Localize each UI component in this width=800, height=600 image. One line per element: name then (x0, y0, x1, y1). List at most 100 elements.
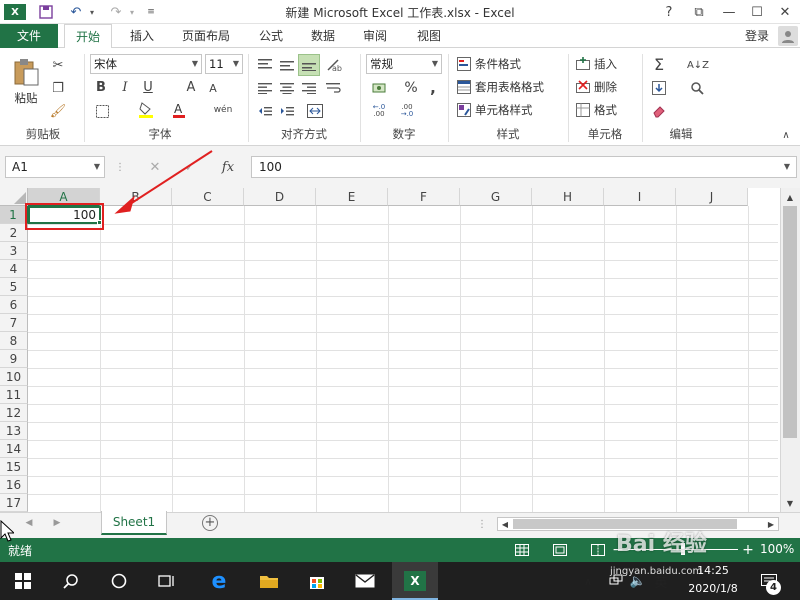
login-link[interactable]: 登录 (738, 24, 776, 48)
increase-font-button[interactable]: A (182, 78, 200, 96)
page-break-view-icon[interactable] (588, 541, 608, 559)
bold-button[interactable]: B (92, 78, 110, 96)
redo-dropdown-icon[interactable]: ▾ (126, 3, 138, 21)
scroll-left-icon[interactable]: ◀ (499, 518, 511, 530)
close-button[interactable]: ✕ (770, 0, 800, 24)
fill-icon[interactable] (650, 79, 668, 97)
align-bottom-icon[interactable] (298, 54, 320, 76)
cortana-icon[interactable] (96, 562, 142, 600)
align-center-icon[interactable] (277, 79, 297, 97)
paste-button[interactable]: 粘贴 (9, 89, 43, 107)
align-top-icon[interactable] (255, 56, 275, 74)
scroll-down-icon[interactable]: ▼ (782, 496, 798, 510)
row-header[interactable]: 7 (0, 314, 28, 332)
column-header[interactable]: I (604, 188, 676, 206)
paste-icon[interactable] (10, 56, 42, 88)
tab-page-layout[interactable]: 页面布局 (172, 24, 240, 48)
borders-icon[interactable] (92, 102, 112, 120)
next-sheet-icon[interactable]: ▶ (50, 516, 64, 530)
new-sheet-button[interactable]: + (202, 515, 218, 531)
row-header[interactable]: 2 (0, 224, 28, 242)
column-header[interactable]: E (316, 188, 388, 206)
maximize-button[interactable]: ☐ (742, 0, 772, 24)
zoom-level[interactable]: 100% (760, 542, 794, 556)
row-header[interactable]: 4 (0, 260, 28, 278)
tab-view[interactable]: 视图 (406, 24, 452, 48)
select-all-button[interactable] (0, 188, 28, 206)
sheet-tab-sheet1[interactable]: Sheet1 (101, 511, 167, 535)
tab-formulas[interactable]: 公式 (250, 24, 292, 48)
orientation-icon[interactable]: ab (322, 56, 346, 74)
underline-button[interactable]: U (139, 78, 157, 96)
decrease-decimal-icon[interactable]: .00 →.0 (396, 102, 418, 120)
row-header[interactable]: 6 (0, 296, 28, 314)
sort-filter-icon[interactable]: A↓Z (686, 56, 710, 74)
italic-button[interactable]: I (116, 78, 134, 96)
tab-data[interactable]: 数据 (302, 24, 344, 48)
format-as-table-button[interactable]: 套用表格格式 (475, 78, 544, 96)
search-icon[interactable] (48, 562, 94, 600)
font-size-select[interactable]: 11 ▼ (205, 54, 243, 74)
delete-cells-icon[interactable] (575, 79, 591, 95)
row-header[interactable]: 13 (0, 422, 28, 440)
scroll-up-icon[interactable]: ▲ (782, 190, 798, 204)
page-layout-view-icon[interactable] (550, 541, 570, 559)
row-header[interactable]: 11 (0, 386, 28, 404)
row-header[interactable]: 12 (0, 404, 28, 422)
row-header[interactable]: 5 (0, 278, 28, 296)
align-middle-icon[interactable] (277, 56, 297, 74)
cut-icon[interactable]: ✂ (48, 56, 68, 74)
accounting-format-icon[interactable] (368, 79, 392, 97)
conditional-format-icon[interactable] (456, 56, 472, 72)
find-select-icon[interactable] (686, 79, 708, 97)
insert-cells-button[interactable]: 插入 (594, 55, 617, 73)
user-avatar-icon[interactable] (778, 26, 798, 46)
undo-dropdown-icon[interactable]: ▾ (86, 3, 98, 21)
merge-center-icon[interactable] (300, 102, 330, 120)
conditional-format-button[interactable]: 条件格式 (475, 55, 521, 73)
show-hidden-icons[interactable]: ∧ (578, 562, 598, 600)
collapse-ribbon-icon[interactable]: ∧ (778, 128, 794, 142)
tab-home[interactable]: 开始 (64, 24, 112, 49)
align-right-icon[interactable] (299, 79, 319, 97)
decrease-indent-icon[interactable] (255, 102, 275, 120)
store-icon[interactable] (294, 562, 340, 600)
format-as-table-icon[interactable] (456, 79, 472, 95)
font-name-select[interactable]: 宋体 ▼ (90, 54, 202, 74)
customize-qat-icon[interactable]: ≡ (144, 3, 158, 21)
name-box[interactable]: A1 ▼ (5, 156, 105, 178)
formula-input[interactable]: 100 ▼ (251, 156, 797, 178)
row-header[interactable]: 10 (0, 368, 28, 386)
format-cells-button[interactable]: 格式 (594, 101, 617, 119)
column-header[interactable]: J (676, 188, 748, 206)
cell-styles-button[interactable]: 单元格样式 (475, 101, 533, 119)
row-header[interactable]: 9 (0, 350, 28, 368)
format-cells-icon[interactable] (575, 102, 591, 118)
row-header[interactable]: 3 (0, 242, 28, 260)
row-header[interactable]: 1 (0, 206, 28, 224)
column-header[interactable]: D (244, 188, 316, 206)
scroll-right-icon[interactable]: ▶ (765, 518, 777, 530)
row-header[interactable]: 16 (0, 476, 28, 494)
vertical-scroll-thumb[interactable] (783, 206, 797, 438)
row-header[interactable]: 15 (0, 458, 28, 476)
edge-browser-icon[interactable]: e (196, 562, 242, 600)
help-button[interactable]: ? (654, 0, 684, 24)
minimize-button[interactable]: — (714, 0, 744, 24)
font-color-icon[interactable]: A (170, 100, 188, 120)
save-icon[interactable] (36, 3, 56, 21)
tab-insert[interactable]: 插入 (120, 24, 164, 48)
excel-taskbar-button[interactable]: X (392, 562, 438, 600)
column-header[interactable]: H (532, 188, 604, 206)
comma-style-button[interactable]: , (424, 79, 442, 97)
phonetic-guide-button[interactable]: wén (212, 100, 234, 120)
insert-cells-icon[interactable] (575, 56, 591, 72)
tab-review[interactable]: 审阅 (354, 24, 396, 48)
decrease-font-button[interactable]: A (205, 80, 221, 96)
row-header[interactable]: 8 (0, 332, 28, 350)
fill-color-icon[interactable] (136, 100, 156, 120)
increase-indent-icon[interactable] (277, 102, 297, 120)
number-format-select[interactable]: 常规 ▼ (366, 54, 442, 74)
normal-view-icon[interactable] (512, 541, 532, 559)
percent-style-button[interactable]: % (400, 79, 422, 97)
